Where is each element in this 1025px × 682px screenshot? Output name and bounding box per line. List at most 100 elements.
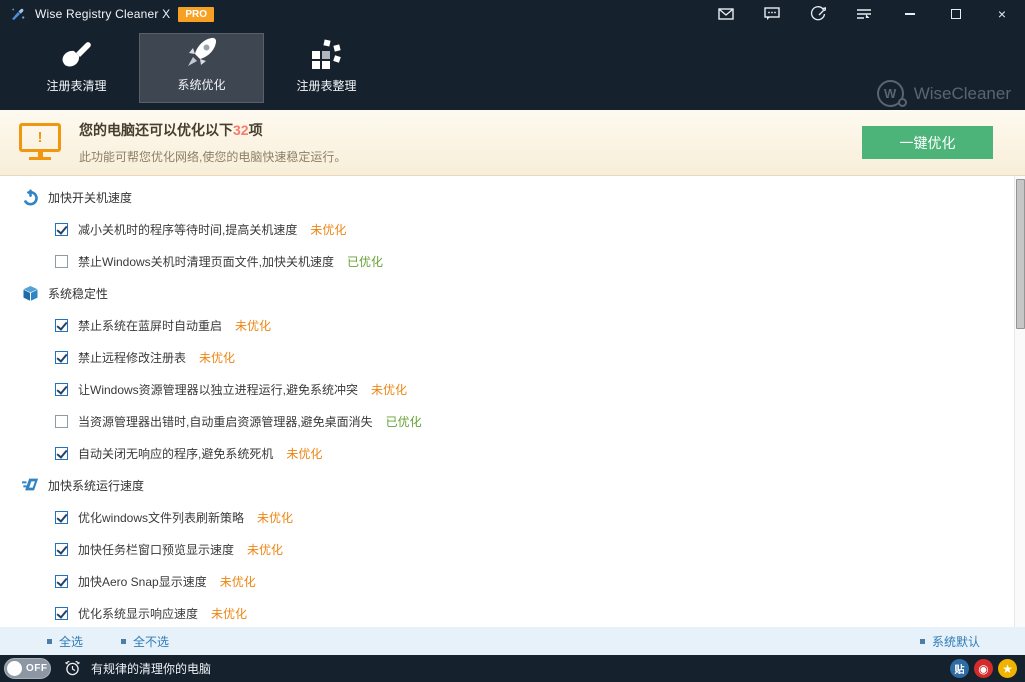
app-window: Wise Registry Cleaner X PRO × [0, 0, 1025, 682]
status-label: 未优化 [247, 541, 283, 558]
item-label: 加快Aero Snap显示速度 [78, 573, 207, 590]
qzone-icon[interactable]: ★ [998, 659, 1017, 678]
tab-label: 注册表清理 [46, 77, 106, 94]
alarm-clock-icon [64, 660, 81, 677]
weibo-icon[interactable]: ◉ [974, 659, 993, 678]
optimization-item[interactable]: 让Windows资源管理器以独立进程运行,避免系统冲突未优化 [0, 373, 1014, 405]
item-checkbox[interactable] [55, 447, 68, 460]
item-checkbox[interactable] [55, 223, 68, 236]
item-checkbox[interactable] [55, 383, 68, 396]
statusbar: OFF 有规律的清理你的电脑 贴 ◉ ★ [0, 655, 1025, 682]
wisecleaner-logo-text: WiseCleaner [914, 84, 1011, 104]
optimize-banner: ! 您的电脑还可以优化以下32项 此功能可帮您优化网络,使您的电脑快速稳定运行。… [0, 110, 1025, 176]
item-checkbox[interactable] [55, 607, 68, 620]
bullet-icon [47, 639, 52, 644]
app-logo-icon [10, 6, 26, 22]
tab-label: 注册表整理 [296, 77, 356, 94]
one-click-optimize-button[interactable]: 一键优化 [862, 126, 993, 159]
optimization-item[interactable]: 加快Aero Snap显示速度未优化 [0, 565, 1014, 597]
banner-title: 您的电脑还可以优化以下32项 [79, 120, 346, 140]
cube-icon [22, 285, 39, 302]
optimization-item[interactable]: 减小关机时的程序等待时间,提高关机速度未优化 [0, 213, 1014, 245]
section-title: 加快开关机速度 [48, 189, 132, 206]
item-checkbox[interactable] [55, 575, 68, 588]
tab-label: 系统优化 [177, 76, 225, 93]
item-checkbox[interactable] [55, 255, 68, 268]
item-label: 禁止系统在蓝屏时自动重启 [78, 317, 222, 334]
social-links: 贴 ◉ ★ [950, 659, 1017, 678]
item-label: 加快任务栏窗口预览显示速度 [78, 541, 234, 558]
optimization-item[interactable]: 禁止系统在蓝屏时自动重启未优化 [0, 309, 1014, 341]
brush-icon [59, 35, 95, 71]
item-label: 禁止Windows关机时清理页面文件,加快关机速度 [78, 253, 334, 270]
item-label: 当资源管理器出错时,自动重启资源管理器,避免桌面消失 [78, 413, 373, 430]
selection-bar: 全选 全不选 系统默认 [0, 627, 1025, 655]
maximize-button[interactable] [933, 0, 979, 28]
status-label: 已优化 [347, 253, 383, 270]
tieba-icon[interactable]: 贴 [950, 659, 969, 678]
item-label: 优化windows文件列表刷新策略 [78, 509, 244, 526]
banner-subtitle: 此功能可帮您优化网络,使您的电脑快速稳定运行。 [79, 148, 346, 165]
rocket-icon [184, 34, 220, 70]
bullet-icon [121, 639, 126, 644]
schedule-message: 有规律的清理你的电脑 [91, 660, 211, 677]
optimization-item[interactable]: 禁止远程修改注册表未优化 [0, 341, 1014, 373]
tabbar: 注册表清理 系统优化 [0, 28, 1025, 110]
status-label: 未优化 [199, 349, 235, 366]
select-none-link[interactable]: 全不选 [121, 633, 169, 650]
section-title: 加快系统运行速度 [48, 477, 144, 494]
window-title: Wise Registry Cleaner X [35, 7, 170, 21]
pro-badge: PRO [178, 7, 214, 22]
status-label: 未优化 [235, 317, 271, 334]
toggle-knob [7, 661, 22, 676]
optimization-item[interactable]: 当资源管理器出错时,自动重启资源管理器,避免桌面消失已优化 [0, 405, 1014, 437]
item-checkbox[interactable] [55, 511, 68, 524]
defrag-blocks-icon [310, 35, 344, 71]
status-label: 未优化 [286, 445, 322, 462]
item-checkbox[interactable] [55, 319, 68, 332]
optimization-item[interactable]: 加快任务栏窗口预览显示速度未优化 [0, 533, 1014, 565]
status-label: 未优化 [371, 381, 407, 398]
item-label: 优化系统显示响应速度 [78, 605, 198, 622]
optimization-item[interactable]: 禁止Windows关机时清理页面文件,加快关机速度已优化 [0, 245, 1014, 277]
warning-monitor-icon: ! [19, 123, 61, 163]
item-checkbox[interactable] [55, 415, 68, 428]
speed-icon [22, 477, 39, 494]
item-checkbox[interactable] [55, 543, 68, 556]
section-header: 加快系统运行速度 [0, 469, 1014, 501]
optimization-item[interactable]: 优化windows文件列表刷新策略未优化 [0, 501, 1014, 533]
mail-icon[interactable] [703, 0, 749, 28]
tab-registry-cleaner[interactable]: 注册表清理 [14, 33, 139, 103]
item-label: 让Windows资源管理器以独立进程运行,避免系统冲突 [78, 381, 358, 398]
tab-system-tuneup[interactable]: 系统优化 [139, 33, 264, 103]
service-icon[interactable] [795, 0, 841, 28]
vertical-scrollbar[interactable] [1014, 176, 1025, 627]
power-icon [22, 189, 39, 206]
wisecleaner-logo: W WiseCleaner [877, 80, 1011, 107]
optimize-count: 32 [233, 122, 249, 138]
optimization-list: 加快开关机速度减小关机时的程序等待时间,提高关机速度未优化禁止Windows关机… [0, 176, 1014, 627]
status-label: 未优化 [310, 221, 346, 238]
optimization-item[interactable]: 自动关闭无响应的程序,避免系统死机未优化 [0, 437, 1014, 469]
system-default-link[interactable]: 系统默认 [920, 633, 980, 650]
status-label: 未优化 [257, 509, 293, 526]
feedback-icon[interactable] [749, 0, 795, 28]
section-title: 系统稳定性 [48, 285, 108, 302]
item-label: 禁止远程修改注册表 [78, 349, 186, 366]
menu-icon[interactable] [841, 0, 887, 28]
select-all-link[interactable]: 全选 [47, 633, 83, 650]
item-label: 自动关闭无响应的程序,避免系统死机 [78, 445, 273, 462]
bullet-icon [920, 639, 925, 644]
status-label: 未优化 [211, 605, 247, 622]
minimize-button[interactable] [887, 0, 933, 28]
wisecleaner-logo-icon: W [877, 80, 904, 107]
section-header: 系统稳定性 [0, 277, 1014, 309]
close-button[interactable]: × [979, 0, 1025, 28]
tab-registry-defrag[interactable]: 注册表整理 [264, 33, 389, 103]
optimization-item[interactable]: 优化系统显示响应速度未优化 [0, 597, 1014, 627]
schedule-toggle[interactable]: OFF [4, 658, 51, 679]
status-label: 已优化 [386, 413, 422, 430]
status-label: 未优化 [220, 573, 256, 590]
scrollbar-thumb[interactable] [1016, 179, 1025, 329]
item-checkbox[interactable] [55, 351, 68, 364]
